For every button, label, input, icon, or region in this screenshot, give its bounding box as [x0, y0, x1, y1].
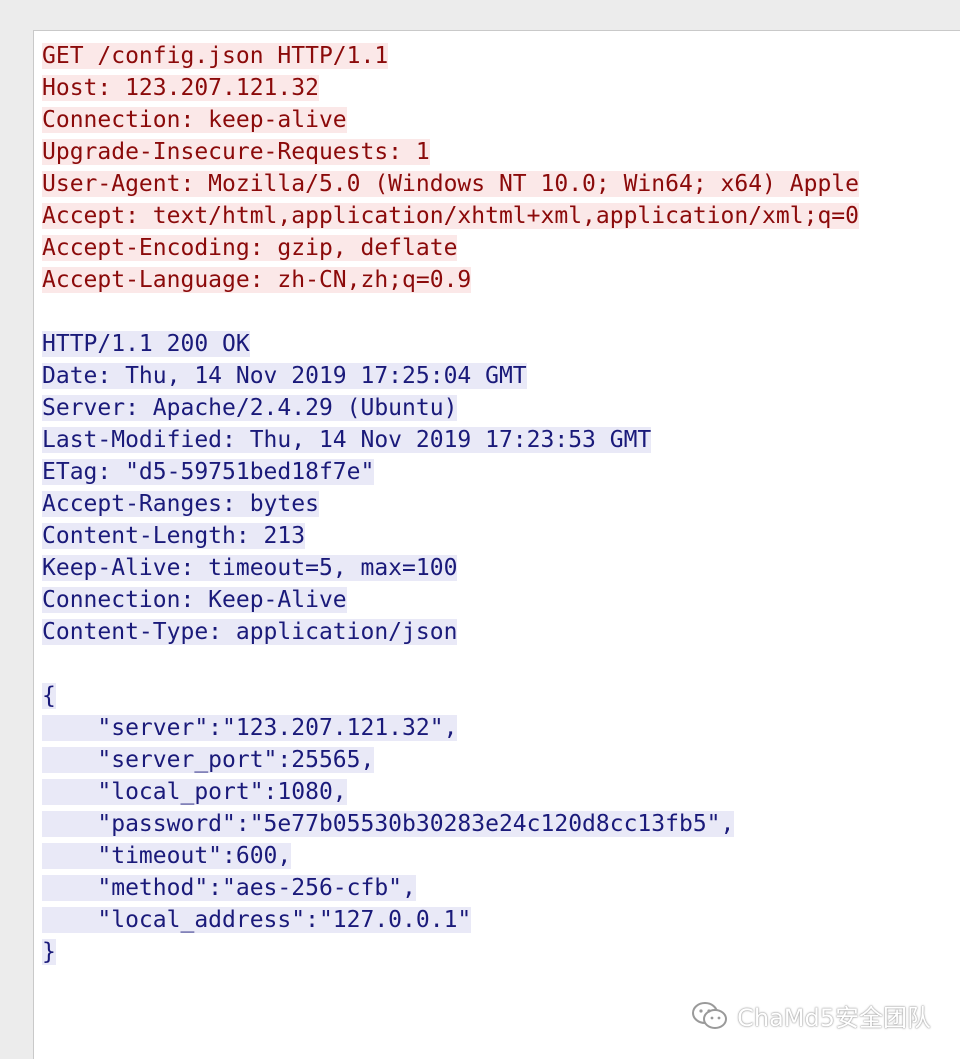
response-header-content-type: Content-Type: application/json [42, 619, 458, 645]
response-header-connection: Connection: Keep-Alive [42, 587, 347, 613]
request-header-accept-language: Accept-Language: zh-CN,zh;q=0.9 [42, 267, 472, 293]
response-header-content-length: Content-Length: 213 [42, 523, 306, 549]
request-line: GET /config.json HTTP/1.1 [42, 43, 389, 69]
body-line: { [42, 683, 56, 709]
wechat-icon [691, 1001, 729, 1031]
body-line: "local_port":1080, [42, 779, 347, 805]
request-header-user-agent: User-Agent: Mozilla/5.0 (Windows NT 10.0… [42, 171, 859, 197]
body-line: } [42, 939, 56, 965]
watermark-text: ChaMd5安全团队 [737, 1004, 931, 1032]
request-header-accept-encoding: Accept-Encoding: gzip, deflate [42, 235, 458, 261]
response-header-date: Date: Thu, 14 Nov 2019 17:25:04 GMT [42, 363, 527, 389]
body-line: "server_port":25565, [42, 747, 375, 773]
response-header-server: Server: Apache/2.4.29 (Ubuntu) [42, 395, 458, 421]
stream-content: GET /config.json HTTP/1.1 Host: 123.207.… [42, 40, 859, 968]
body-line: "local_address":"127.0.0.1" [42, 907, 472, 933]
request-header-accept: Accept: text/html,application/xhtml+xml,… [42, 203, 859, 229]
request-header-connection: Connection: keep-alive [42, 107, 347, 133]
response-status-line: HTTP/1.1 200 OK [42, 331, 250, 357]
watermark: ChaMd5安全团队 [691, 998, 931, 1033]
response-header-accept-ranges: Accept-Ranges: bytes [42, 491, 319, 517]
body-line: "method":"aes-256-cfb", [42, 875, 416, 901]
response-header-keep-alive: Keep-Alive: timeout=5, max=100 [42, 555, 458, 581]
separator [42, 648, 859, 680]
body-line: "server":"123.207.121.32", [42, 715, 458, 741]
tcp-stream-viewer[interactable]: GET /config.json HTTP/1.1 Host: 123.207.… [33, 30, 960, 1059]
response-header-last-modified: Last-Modified: Thu, 14 Nov 2019 17:23:53… [42, 427, 652, 453]
request-header-upgrade: Upgrade-Insecure-Requests: 1 [42, 139, 430, 165]
request-header-host: Host: 123.207.121.32 [42, 75, 319, 101]
body-line: "timeout":600, [42, 843, 292, 869]
separator [42, 296, 859, 328]
body-line: "password":"5e77b05530b30283e24c120d8cc1… [42, 811, 735, 837]
response-header-etag: ETag: "d5-59751bed18f7e" [42, 459, 375, 485]
